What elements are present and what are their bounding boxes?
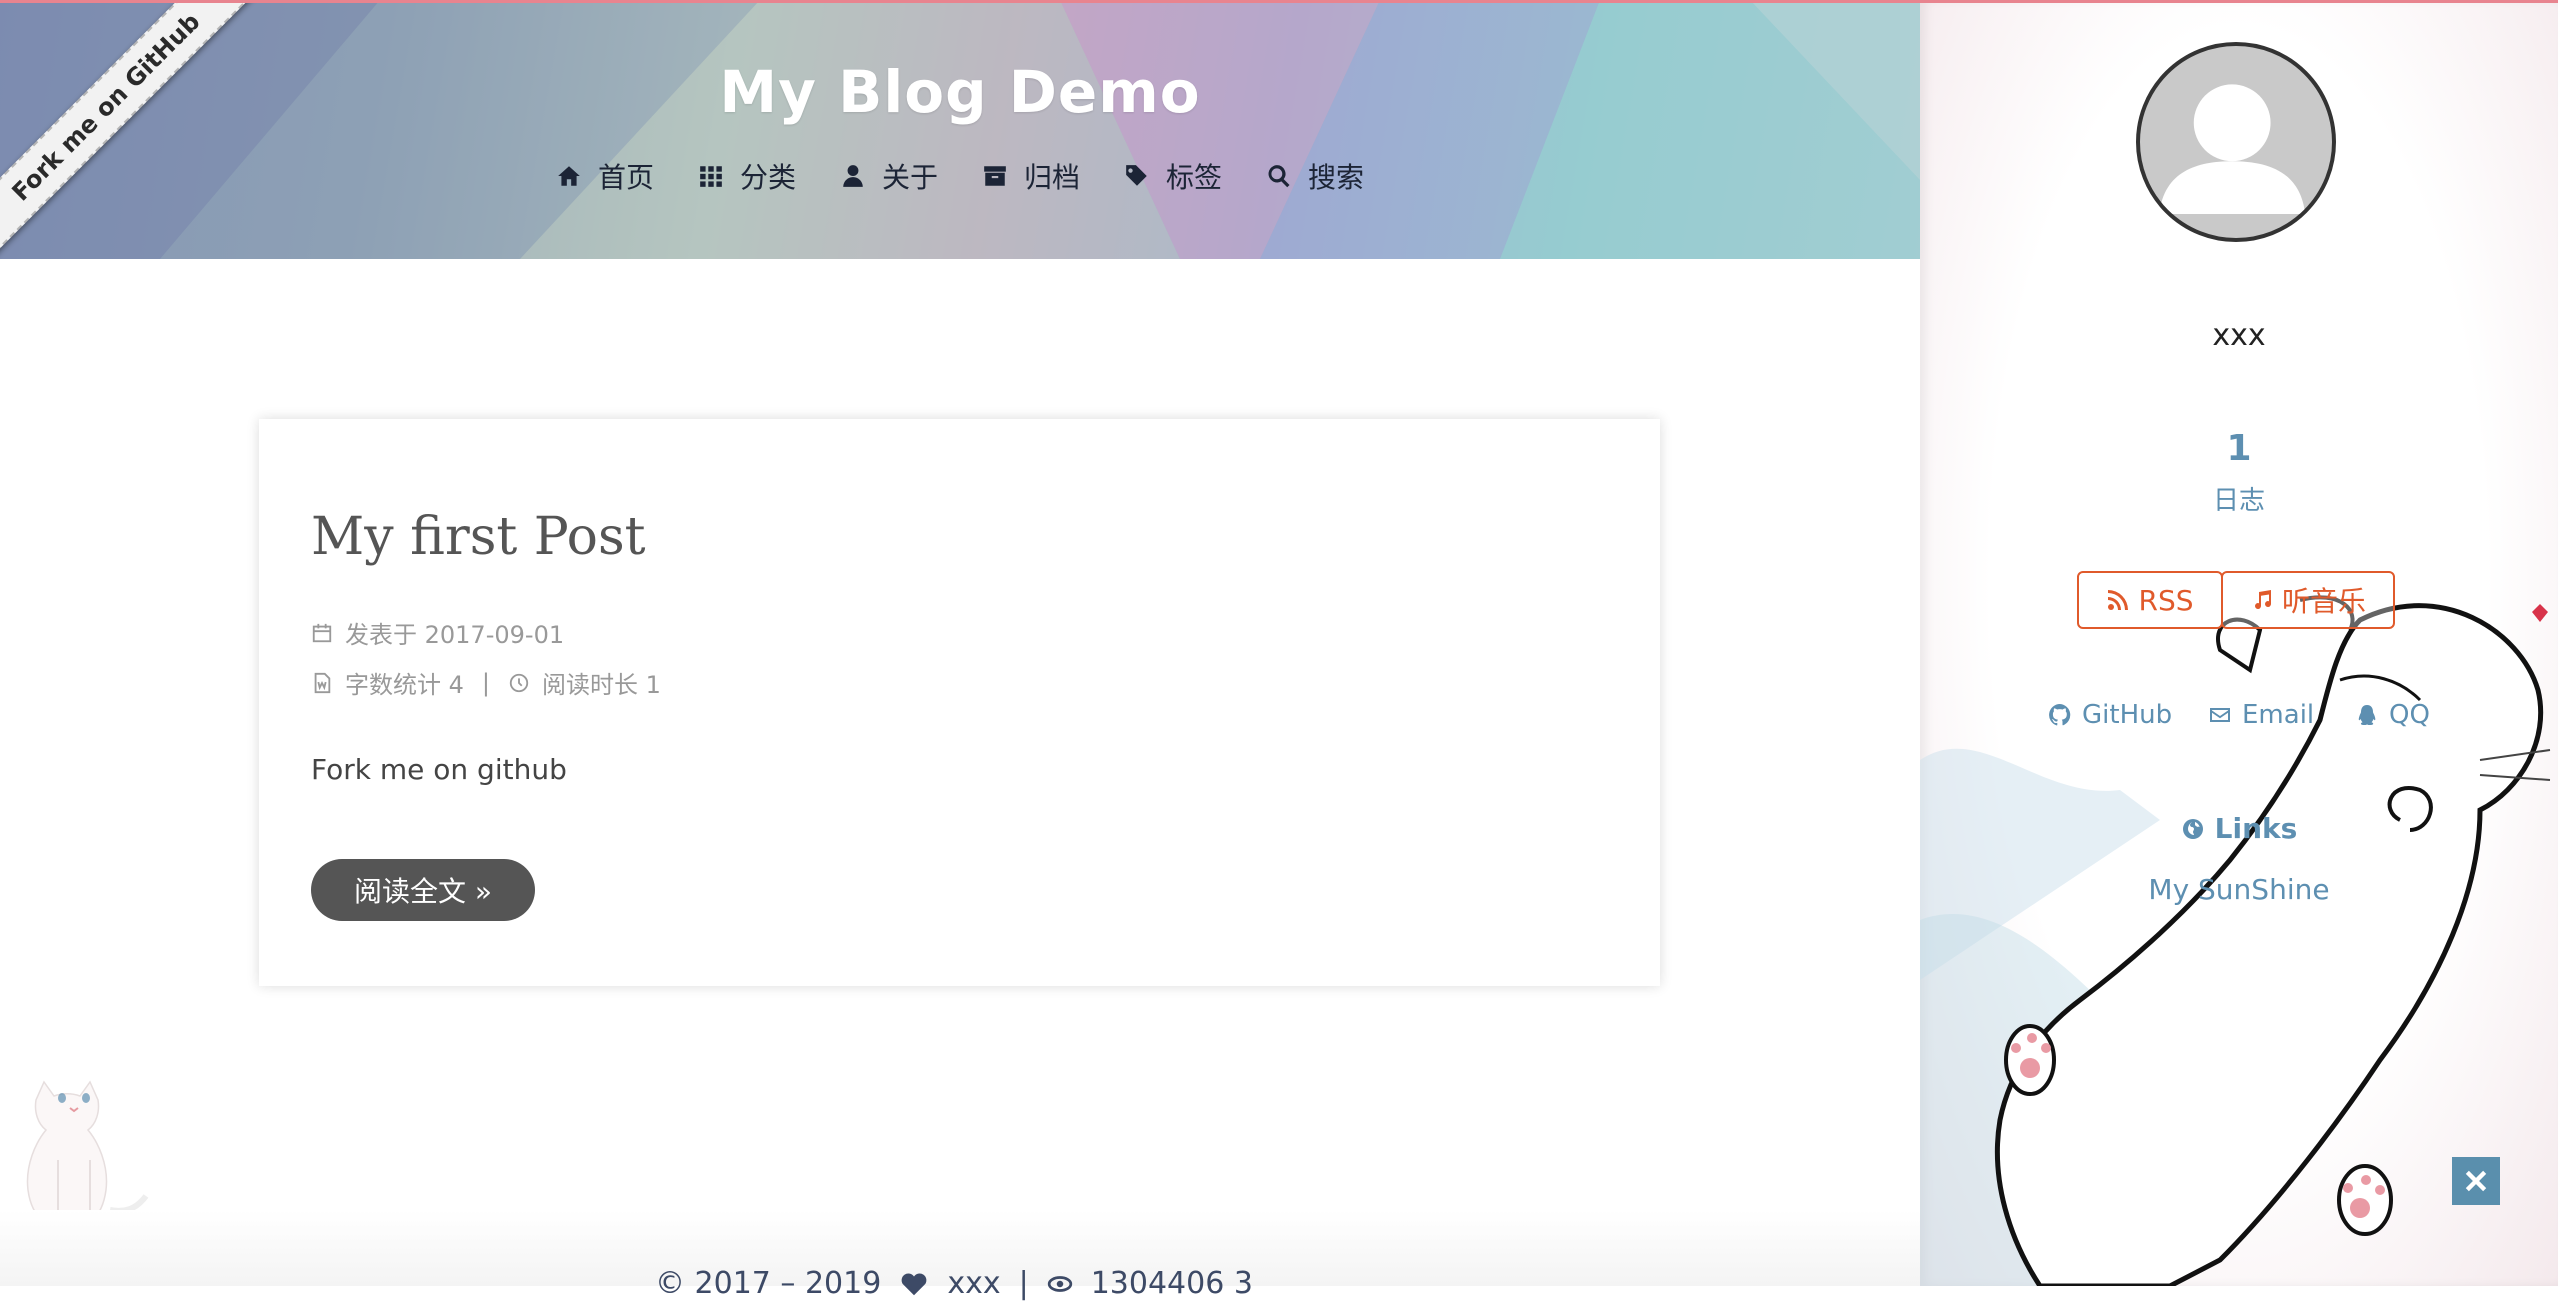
nav-archives-label: 归档 [1024, 161, 1081, 194]
site-header: My Blog Demo 首页 分类 关于 归档 标签 搜索 [0, 0, 1920, 259]
rss-label: RSS [2138, 583, 2194, 617]
nav-archives[interactable]: 归档 [960, 154, 1102, 198]
qq-icon [2358, 705, 2376, 725]
calendar-icon [312, 623, 332, 642]
social-qq[interactable]: QQ [2355, 700, 2430, 730]
fork-me-ribbon[interactable]: Fork me on GitHub [0, 0, 259, 260]
github-icon [2049, 704, 2071, 726]
globe-icon [2182, 818, 2203, 839]
post-card: My first Post 发表于 2017-09-01 字数统计 4 | 阅读… [259, 419, 1660, 986]
social-qq-label: QQ [2389, 700, 2430, 730]
nav-tags-label: 标签 [1166, 161, 1223, 194]
nav-tags[interactable]: 标签 [1102, 154, 1244, 198]
links-title-label: Links [2214, 812, 2298, 845]
eye-icon [1047, 1275, 1072, 1292]
nav-home-label: 首页 [597, 161, 654, 194]
music-icon [2254, 590, 2271, 610]
footer-text: © 2017 – 2019 xxx | 1304406 3 [655, 1266, 1253, 1301]
search-icon [1268, 165, 1290, 188]
nav-about[interactable]: 关于 [818, 154, 960, 198]
link-my-sunshine[interactable]: My SunShine [1920, 873, 2558, 906]
footer-author: xxx [947, 1266, 1001, 1301]
sidebar: xxx 1 日志 RSS 听音乐 GitHub Email QQ Links M… [1920, 0, 2558, 1286]
user-icon [843, 165, 863, 187]
posts-count-label[interactable]: 日志 [1920, 480, 2558, 517]
post-stats-meta: 字数统计 4 | 阅读时长 1 [311, 665, 661, 700]
post-date: 发表于 2017-09-01 [345, 621, 565, 649]
meta-separator: | [481, 668, 490, 697]
rss-button[interactable]: RSS [2077, 571, 2223, 629]
posts-count[interactable]: 1 [1920, 428, 2558, 469]
social-email[interactable]: Email [2208, 700, 2314, 730]
default-user-icon [2159, 84, 2306, 214]
top-accent-line [0, 0, 2558, 3]
github-ribbon-container: Fork me on GitHub [0, 0, 280, 280]
read-more-button[interactable]: 阅读全文 » [311, 859, 535, 921]
post-date-meta: 发表于 2017-09-01 [311, 615, 564, 650]
envelope-icon [2210, 708, 2230, 722]
author-name: xxx [2212, 318, 2266, 353]
site-title[interactable]: My Blog Demo [0, 58, 1920, 126]
word-count: 字数统计 4 [345, 671, 464, 699]
nav-search-label: 搜索 [1308, 161, 1365, 194]
site-footer: © 2017 – 2019 xxx | 1304406 3 [0, 1210, 1920, 1301]
footer-visit-counter: 1304406 3 [1090, 1266, 1253, 1301]
heart-icon [901, 1272, 927, 1295]
avatar[interactable] [2136, 42, 2336, 242]
nav-categories[interactable]: 分类 [676, 154, 818, 198]
social-github[interactable]: GitHub [2048, 700, 2172, 730]
footer-separator: | [1018, 1266, 1029, 1301]
nav-categories-label: 分类 [739, 161, 796, 194]
post-excerpt: Fork me on github [311, 753, 567, 786]
music-button[interactable]: 听音乐 [2221, 571, 2395, 629]
main-nav: 首页 分类 关于 归档 标签 搜索 [0, 154, 1920, 198]
tags-icon [1126, 165, 1147, 186]
social-github-label: GitHub [2082, 700, 2173, 730]
th-icon [700, 166, 722, 187]
clock-icon [509, 673, 529, 692]
social-email-label: Email [2242, 700, 2315, 730]
links-title: Links [1920, 812, 2558, 845]
cat-mascot-image [26, 1080, 149, 1230]
nav-search[interactable]: 搜索 [1244, 154, 1386, 198]
close-icon [2465, 1170, 2487, 1192]
music-label: 听音乐 [2281, 585, 2366, 618]
file-word-icon [314, 672, 331, 693]
read-time: 阅读时长 1 [542, 671, 661, 699]
rss-icon [2108, 590, 2129, 610]
footer-copyright: © 2017 – 2019 [655, 1266, 882, 1301]
archive-icon [984, 166, 1006, 186]
home-icon [558, 166, 580, 186]
nav-about-label: 关于 [881, 161, 938, 194]
post-title[interactable]: My first Post [311, 507, 646, 567]
sidebar-close-button[interactable] [2452, 1157, 2500, 1205]
nav-home[interactable]: 首页 [534, 154, 676, 198]
header-polygon-background [0, 0, 1920, 259]
